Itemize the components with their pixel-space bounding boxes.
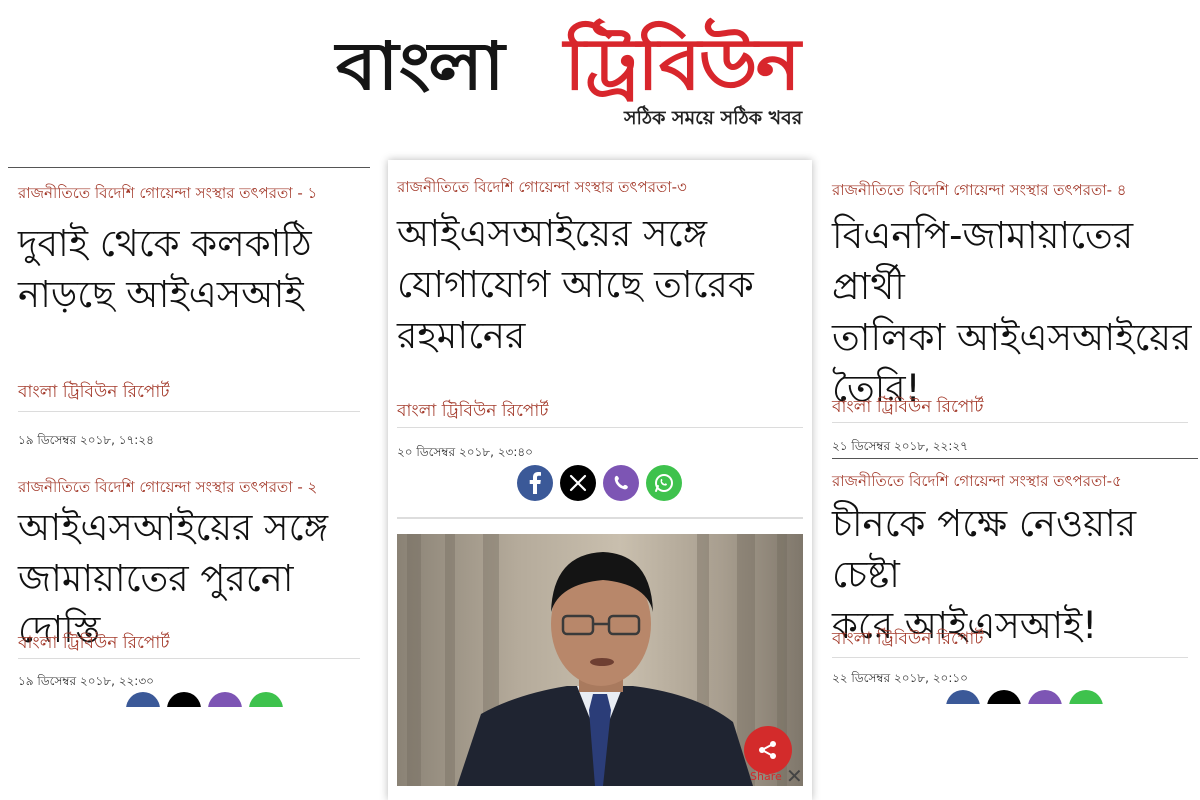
logo-text-bangla: বাংলা xyxy=(336,27,505,105)
whatsapp-icon[interactable] xyxy=(1069,690,1103,704)
whatsapp-icon[interactable] xyxy=(249,692,283,707)
divider xyxy=(397,427,803,428)
x-icon[interactable] xyxy=(560,465,596,501)
viber-icon[interactable] xyxy=(208,692,242,707)
divider xyxy=(397,517,803,519)
masthead: বাংলা ট্রিবিউন সঠিক সময়ে সঠিক খবর xyxy=(0,0,1200,160)
divider xyxy=(832,458,1198,459)
article-column-center: রাজনীতিতে বিদেশি গোয়েন্দা সংস্থার তৎপরত… xyxy=(388,160,812,800)
article-timestamp: ২১ ডিসেম্বর ২০১৮, ২২:২৭ xyxy=(832,439,968,453)
divider xyxy=(18,658,360,659)
portrait-illustration xyxy=(407,534,787,786)
article-timestamp: ১৯ ডিসেম্বর ২০১৮, ১৭:২৪ xyxy=(18,433,154,447)
x-icon[interactable] xyxy=(167,692,201,707)
share-label[interactable]: Share xyxy=(750,770,782,783)
viber-icon[interactable] xyxy=(603,465,639,501)
whatsapp-icon[interactable] xyxy=(646,465,682,501)
article-kicker[interactable]: রাজনীতিতে বিদেশি গোয়েন্দা সংস্থার তৎপরত… xyxy=(18,182,317,207)
article-timestamp: ১৯ ডিসেম্বর ২০১৮, ২২:৩০ xyxy=(18,674,154,688)
article-headline[interactable]: আইএসআইয়ের সঙ্গে যোগাযোগ আছে তারেক রহমান… xyxy=(397,208,754,361)
tagline: সঠিক সময়ে সঠিক খবর xyxy=(624,107,803,129)
facebook-icon[interactable] xyxy=(126,692,160,707)
close-icon[interactable]: ✕ xyxy=(786,764,803,788)
article-byline[interactable]: বাংলা ট্রিবিউন রিপোর্ট xyxy=(832,394,984,422)
headline-line: তালিকা আইএসআইয়ের xyxy=(832,316,1192,360)
share-buttons xyxy=(946,690,1103,704)
article-kicker[interactable]: রাজনীতিতে বিদেশি গোয়েন্দা সংস্থার তৎপরত… xyxy=(397,176,687,201)
headline-line: বিএনপি-জামায়াতের প্রার্থী xyxy=(832,214,1134,309)
article-headline[interactable]: দুবাই থেকে কলকাঠি নাড়ছে আইএসআই xyxy=(18,218,312,320)
article-byline[interactable]: বাংলা ট্রিবিউন রিপোর্ট xyxy=(832,626,984,654)
facebook-icon[interactable] xyxy=(517,465,553,501)
site-logo[interactable]: বাংলা ট্রিবিউন সঠিক সময়ে সঠিক খবর xyxy=(336,10,836,130)
article-timestamp: ২০ ডিসেম্বর ২০১৮, ২৩:৪০ xyxy=(397,445,533,459)
headline-line: যোগাযোগ আছে তারেক xyxy=(397,263,754,307)
article-column-left: রাজনীতিতে বিদেশি গোয়েন্দা সংস্থার তৎপরত… xyxy=(8,167,370,707)
divider xyxy=(18,411,360,412)
article-byline[interactable]: বাংলা ট্রিবিউন রিপোর্ট xyxy=(18,630,170,658)
article-byline[interactable]: বাংলা ট্রিবিউন রিপোর্ট xyxy=(397,398,549,426)
article-byline[interactable]: বাংলা ট্রিবিউন রিপোর্ট xyxy=(18,379,170,407)
share-buttons xyxy=(517,465,682,501)
headline-line: রহমানের xyxy=(397,314,526,358)
article-column-right: রাজনীতিতে বিদেশি গোয়েন্দা সংস্থার তৎপরত… xyxy=(824,164,1200,704)
divider xyxy=(832,422,1188,423)
article-kicker[interactable]: রাজনীতিতে বিদেশি গোয়েন্দা সংস্থার তৎপরত… xyxy=(832,470,1122,495)
article-kicker[interactable]: রাজনীতিতে বিদেশি গোয়েন্দা সংস্থার তৎপরত… xyxy=(18,476,317,501)
headline-line: আইএসআইয়ের সঙ্গে xyxy=(18,506,329,549)
article-kicker[interactable]: রাজনীতিতে বিদেশি গোয়েন্দা সংস্থার তৎপরত… xyxy=(832,179,1127,204)
article-photo[interactable] xyxy=(397,534,803,786)
article-headline[interactable]: বিএনপি-জামায়াতের প্রার্থী তালিকা আইএসআই… xyxy=(832,210,1200,414)
share-icon[interactable] xyxy=(744,726,792,774)
headline-line: আইএসআইয়ের সঙ্গে xyxy=(397,212,708,255)
headline-line: চীনকে পক্ষে নেওয়ার চেষ্টা xyxy=(832,502,1137,597)
headline-line: দুবাই থেকে কলকাঠি xyxy=(18,222,312,265)
x-icon[interactable] xyxy=(987,690,1021,704)
share-buttons xyxy=(126,692,283,707)
facebook-icon[interactable] xyxy=(946,690,980,704)
article-timestamp: ২২ ডিসেম্বর ২০১৮, ২০:১০ xyxy=(832,671,968,685)
headline-line: নাড়ছে আইএসআই xyxy=(18,273,304,317)
divider xyxy=(832,657,1188,658)
viber-icon[interactable] xyxy=(1028,690,1062,704)
